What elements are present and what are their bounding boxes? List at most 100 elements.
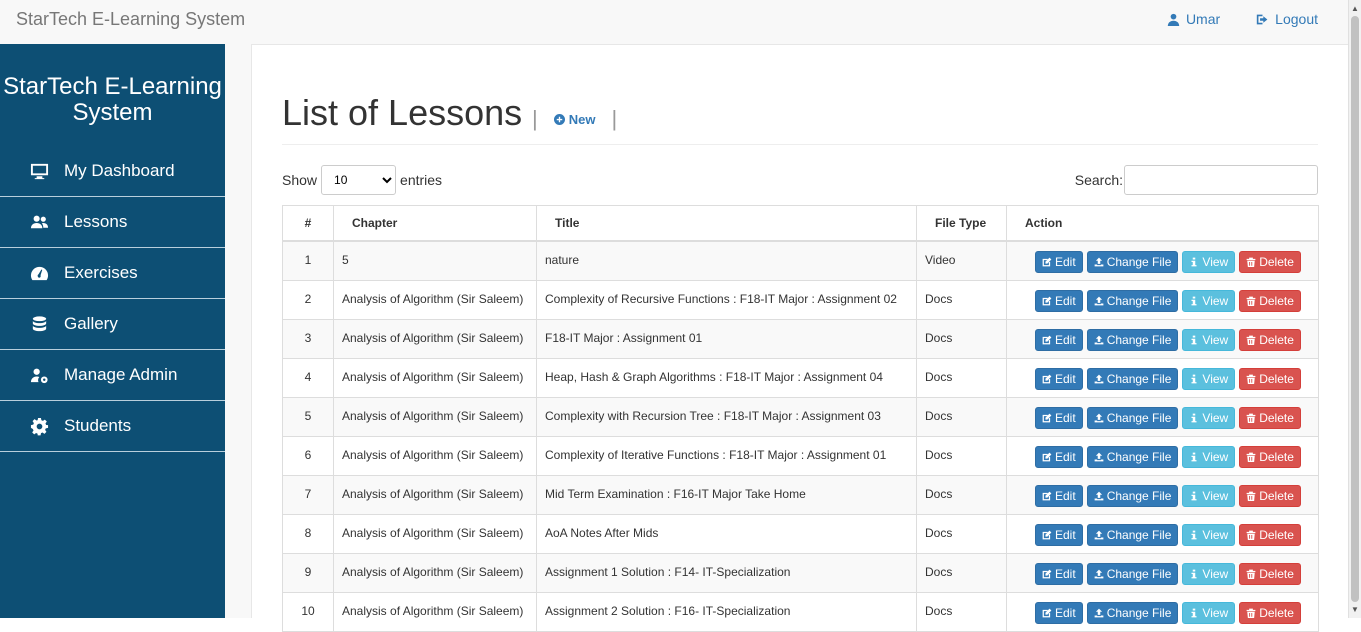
action-cell: Edit Change File View Delete (1006, 319, 1319, 359)
navbar-right: Umar Logout (1167, 11, 1318, 27)
view-button[interactable]: View (1182, 290, 1236, 312)
row-actions: Edit Change File View Delete (1015, 329, 1310, 351)
view-button[interactable]: View (1182, 446, 1236, 468)
edit-label: Edit (1055, 255, 1076, 269)
view-button[interactable]: View (1182, 563, 1236, 585)
sidebar-item-dashboard[interactable]: My Dashboard (0, 146, 225, 197)
change-file-button[interactable]: Change File (1086, 485, 1179, 507)
user-link[interactable]: Umar (1167, 11, 1220, 27)
sidebar-item-lessons[interactable]: Lessons (0, 197, 225, 248)
sidebar-item-students[interactable]: Students (0, 401, 225, 452)
delete-button[interactable]: Delete (1239, 407, 1301, 429)
delete-button[interactable]: Delete (1239, 251, 1301, 273)
upload-icon (1094, 413, 1104, 423)
row-actions: Edit Change File View Delete (1015, 407, 1310, 429)
scroll-up-arrow-icon[interactable]: ▲ (1351, 4, 1359, 13)
delete-button[interactable]: Delete (1239, 290, 1301, 312)
table-row: 1 5 nature Video Edit Change File View Delete (282, 240, 1319, 281)
new-lesson-button[interactable]: New (553, 112, 595, 127)
table-row: 5 Analysis of Algorithm (Sir Saleem) Compl… (282, 397, 1319, 437)
change-file-button[interactable]: Change File (1086, 407, 1179, 429)
edit-button[interactable]: Edit (1035, 290, 1083, 312)
edit-button[interactable]: Edit (1035, 485, 1083, 507)
edit-button[interactable]: Edit (1035, 446, 1083, 468)
trash-icon (1246, 296, 1256, 306)
delete-button[interactable]: Delete (1239, 485, 1301, 507)
delete-label: Delete (1259, 255, 1294, 269)
change-file-button[interactable]: Change File (1086, 329, 1179, 351)
trash-icon (1246, 374, 1256, 384)
change-file-button[interactable]: Change File (1086, 563, 1179, 585)
view-button[interactable]: View (1182, 485, 1236, 507)
action-cell: Edit Change File View Delete (1006, 514, 1319, 554)
change-file-button[interactable]: Change File (1086, 290, 1179, 312)
view-label: View (1202, 255, 1229, 269)
edit-button[interactable]: Edit (1035, 563, 1083, 585)
view-button[interactable]: View (1182, 251, 1236, 273)
sidebar-item-label: My Dashboard (64, 161, 175, 180)
navbar-brand[interactable]: StarTech E-Learning System (16, 9, 245, 30)
vertical-scrollbar[interactable]: ▲ ▼ (1348, 0, 1361, 618)
edit-label: Edit (1055, 411, 1076, 425)
scrollbar-thumb[interactable] (1351, 16, 1359, 602)
edit-button[interactable]: Edit (1035, 251, 1083, 273)
action-cell: Edit Change File View Delete (1006, 397, 1319, 437)
view-button[interactable]: View (1182, 407, 1236, 429)
search-input[interactable] (1124, 165, 1318, 195)
view-button[interactable]: View (1182, 602, 1236, 624)
row-number: 8 (304, 526, 312, 540)
sidebar-item-gallery[interactable]: Gallery (0, 299, 225, 350)
view-label: View (1202, 411, 1229, 425)
view-button[interactable]: View (1182, 524, 1236, 546)
edit-button[interactable]: Edit (1035, 368, 1083, 390)
entries-select[interactable]: 10 (321, 165, 397, 195)
edit-button[interactable]: Edit (1035, 329, 1083, 351)
chapter-cell: Analysis of Algorithm (Sir Saleem) (333, 514, 537, 554)
lessons-table: # Chapter Title File Type Action 1 5 natur… (282, 205, 1319, 632)
delete-button[interactable]: Delete (1239, 368, 1301, 390)
chapter-cell: Analysis of Algorithm (Sir Saleem) (333, 358, 537, 398)
file-type-cell: Docs (916, 592, 1007, 632)
delete-label: Delete (1259, 489, 1294, 503)
view-button[interactable]: View (1182, 329, 1236, 351)
column-header-chapter[interactable]: Chapter (333, 205, 537, 242)
delete-button[interactable]: Delete (1239, 524, 1301, 546)
edit-label: Edit (1055, 372, 1076, 386)
content-gutter (225, 44, 252, 618)
row-number-cell: 8 (282, 514, 334, 554)
chapter-text: 5 (342, 253, 349, 267)
edit-icon (1042, 335, 1052, 345)
scroll-down-arrow-icon[interactable]: ▼ (1351, 605, 1359, 614)
delete-button[interactable]: Delete (1239, 563, 1301, 585)
entries-label: entries (400, 172, 443, 188)
change-file-button[interactable]: Change File (1086, 602, 1179, 624)
table-header-row: # Chapter Title File Type Action (282, 205, 1319, 242)
column-header-number[interactable]: # (282, 205, 334, 242)
gauge-icon (28, 262, 50, 284)
edit-button[interactable]: Edit (1035, 524, 1083, 546)
column-header-file-type[interactable]: File Type (916, 205, 1007, 242)
edit-icon (1042, 413, 1052, 423)
edit-icon (1042, 296, 1052, 306)
delete-button[interactable]: Delete (1239, 329, 1301, 351)
sidebar-item-manage-admin[interactable]: Manage Admin (0, 350, 225, 401)
change-file-button[interactable]: Change File (1086, 251, 1179, 273)
change-file-button[interactable]: Change File (1086, 446, 1179, 468)
view-button[interactable]: View (1182, 368, 1236, 390)
trash-icon (1246, 452, 1256, 462)
file-type-text: Docs (925, 370, 953, 384)
change-file-label: Change File (1106, 450, 1172, 464)
edit-button[interactable]: Edit (1035, 407, 1083, 429)
sidebar-item-exercises[interactable]: Exercises (0, 248, 225, 299)
logout-link[interactable]: Logout (1256, 11, 1318, 27)
delete-button[interactable]: Delete (1239, 446, 1301, 468)
user-icon (1167, 13, 1180, 26)
row-actions: Edit Change File View Delete (1015, 524, 1310, 546)
row-actions: Edit Change File View Delete (1015, 563, 1310, 585)
delete-button[interactable]: Delete (1239, 602, 1301, 624)
trash-icon (1246, 257, 1256, 267)
change-file-button[interactable]: Change File (1086, 524, 1179, 546)
column-header-title[interactable]: Title (536, 205, 917, 242)
change-file-button[interactable]: Change File (1086, 368, 1179, 390)
edit-button[interactable]: Edit (1035, 602, 1083, 624)
